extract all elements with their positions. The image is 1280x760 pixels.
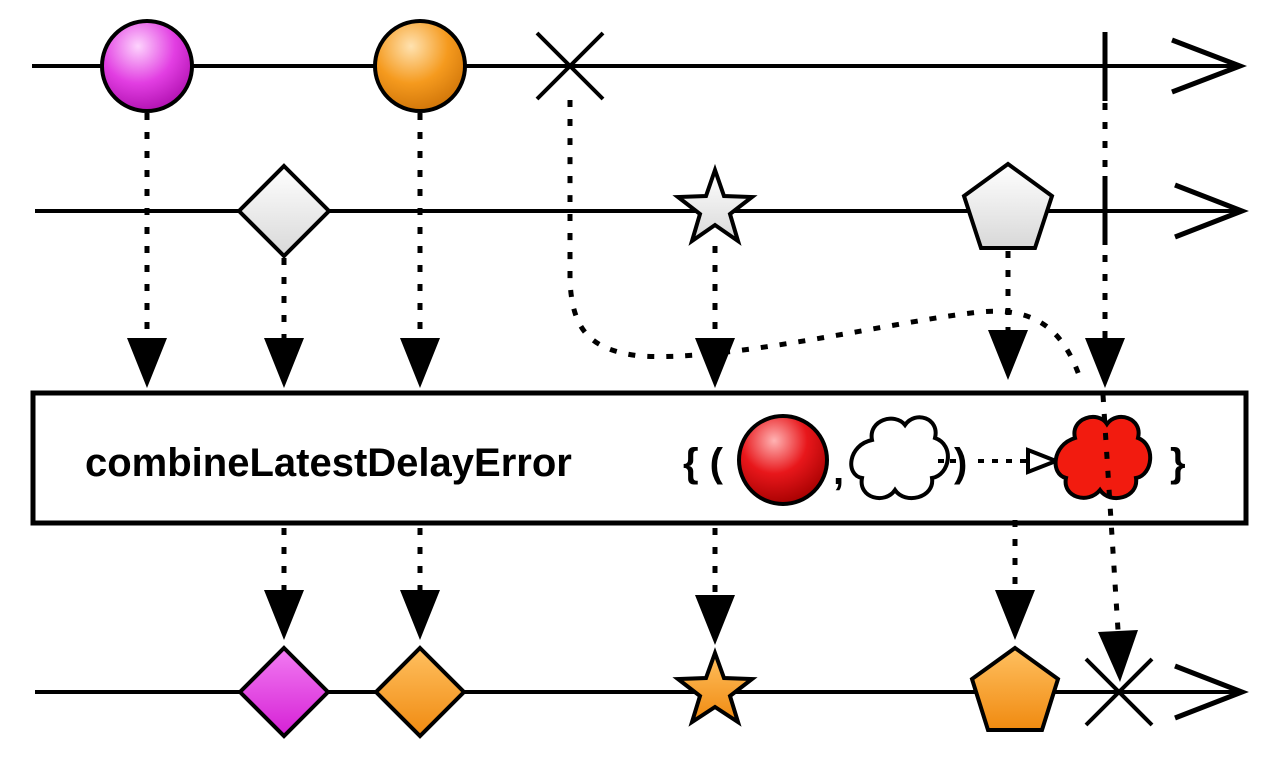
red-circle-marble (737, 414, 829, 506)
operator-close-paren: ) (954, 441, 967, 485)
magenta-circle-marble (100, 19, 194, 113)
timeline-source-a (32, 19, 1248, 113)
orange-circle-marble (373, 19, 467, 113)
timeline-result (35, 645, 1249, 739)
orange-pentagon-marble (969, 645, 1061, 732)
white-star-marble (672, 163, 758, 246)
magenta-diamond-marble (237, 645, 331, 739)
marble-diagram: combineLatestDelayError { ( , ) } (30, 19, 1249, 739)
white-diamond-marble (236, 163, 332, 259)
timeline-source-b (35, 161, 1249, 259)
orange-diamond-marble (373, 645, 467, 739)
white-pentagon-marble (961, 161, 1055, 250)
input-arrowheads (127, 330, 1125, 388)
operator-box: combineLatestDelayError { ( , ) } (30, 390, 1249, 526)
operator-close-brace: } (1170, 441, 1186, 485)
operator-comma: , (833, 449, 844, 493)
operator-open-brace: { ( (683, 441, 724, 485)
orange-star-marble (672, 647, 758, 727)
operator-name: combineLatestDelayError (85, 441, 572, 485)
